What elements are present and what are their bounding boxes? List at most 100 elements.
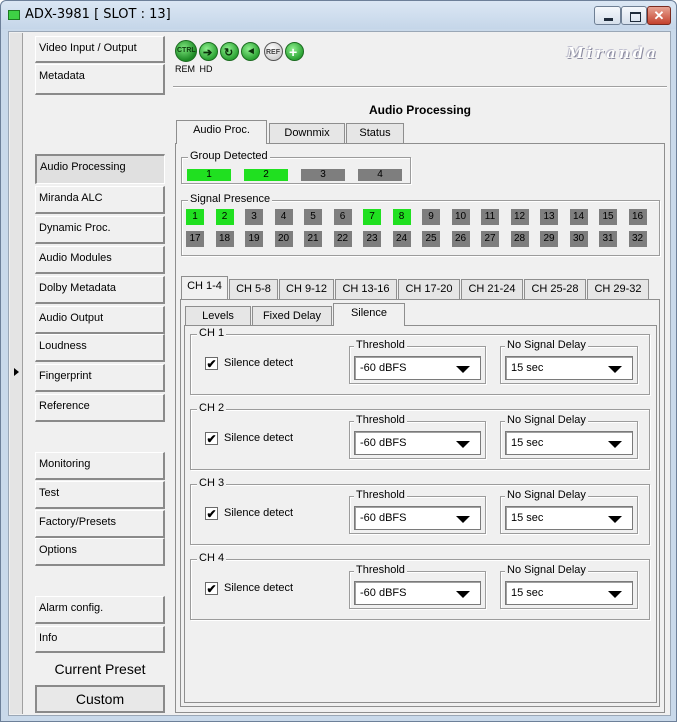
tab-ch-29-32[interactable]: CH 29-32	[587, 279, 649, 299]
sidebar-item-metadata[interactable]: Metadata	[35, 64, 165, 95]
signal-indicator-29: 29	[540, 231, 558, 247]
signal-indicator-26: 26	[451, 231, 470, 247]
signal-indicator-1: 1	[186, 209, 204, 225]
window-title: ADX-3981 [ SLOT : 13]	[25, 7, 171, 22]
chevron-down-icon	[608, 441, 622, 448]
sidebar-item-alarm-config[interactable]: Alarm config.	[35, 596, 165, 624]
sidebar-item-audio-output[interactable]: Audio Output	[35, 306, 165, 334]
signal-indicator-14: 14	[569, 209, 588, 225]
tab-ch-9-12[interactable]: CH 9-12	[279, 279, 334, 299]
delay-value: 15 sec	[511, 512, 544, 524]
tab-ch-21-24[interactable]: CH 21-24	[461, 279, 523, 299]
ref-icon[interactable]: REF	[264, 42, 283, 61]
sidebar-item-video-input-output[interactable]: Video Input / Output	[35, 36, 165, 63]
tab-fixed-delay[interactable]: Fixed Delay	[252, 306, 332, 326]
no-signal-delay-group: No Signal Delay 15 sec	[500, 489, 638, 534]
sidebar-item-factory-presets[interactable]: Factory/Presets	[35, 510, 165, 538]
threshold-value: -60 dBFS	[360, 587, 407, 599]
sidebar-item-test[interactable]: Test	[35, 481, 165, 509]
silence-detect-checkbox[interactable]: ✔	[205, 432, 218, 445]
app-icon	[8, 10, 20, 20]
client-area: Video Input / Output Metadata Audio Proc…	[8, 31, 671, 716]
delay-value: 15 sec	[511, 362, 544, 374]
sidebar-item-fingerprint[interactable]: Fingerprint	[35, 364, 165, 392]
group-3-indicator: 3	[301, 169, 345, 181]
sidebar-item-info[interactable]: Info	[35, 626, 165, 653]
sidebar-item-miranda-alc[interactable]: Miranda ALC	[35, 186, 165, 214]
silence-detect-checkbox[interactable]: ✔	[205, 357, 218, 370]
channel-group-1: CH 1 ✔ Silence detect Threshold -60 dBFS No S…	[190, 327, 650, 395]
channel-panel: Levels Fixed Delay Silence CH 1 ✔ Silence …	[180, 299, 660, 707]
no-signal-delay-group: No Signal Delay 15 sec	[500, 414, 638, 459]
silence-detect-checkbox[interactable]: ✔	[205, 582, 218, 595]
tab-audio-proc[interactable]: Audio Proc.	[176, 120, 267, 144]
signal-presence-box: Signal Presence 1 2 3 4 5 6 7 8 9 10 11 12 13 14 15 16 1…	[181, 193, 660, 256]
tab-downmix[interactable]: Downmix	[269, 123, 345, 144]
channel-group-2: CH 2 ✔ Silence detect Threshold -60 dBFS No S…	[190, 402, 650, 470]
threshold-select[interactable]: -60 dBFS	[354, 431, 481, 455]
sidebar-item-loudness[interactable]: Loudness	[35, 334, 165, 362]
threshold-label: Threshold	[354, 339, 407, 351]
close-button[interactable]: ✕	[647, 6, 671, 25]
channel-group-4: CH 4 ✔ Silence detect Threshold -60 dBFS No S…	[190, 552, 650, 620]
signal-indicator-2: 2	[215, 209, 234, 225]
no-signal-delay-label: No Signal Delay	[505, 339, 588, 351]
app-window: ADX-3981 [ SLOT : 13] ✕ Video Input / Ou…	[0, 0, 677, 722]
maximize-button[interactable]	[621, 6, 647, 25]
signal-indicator-30: 30	[569, 231, 588, 247]
sidebar-item-dolby-metadata[interactable]: Dolby Metadata	[35, 276, 165, 304]
sidebar: Video Input / Output Metadata Audio Proc…	[33, 33, 169, 714]
header-divider	[173, 86, 667, 88]
signal-indicator-4: 4	[274, 209, 293, 225]
rem-hd-labels: REM HD	[175, 64, 213, 74]
tab-ch-5-8[interactable]: CH 5-8	[229, 279, 278, 299]
minimize-button[interactable]	[594, 6, 621, 25]
tab-ch-1-4[interactable]: CH 1-4	[181, 276, 228, 299]
signal-indicator-3: 3	[245, 209, 263, 225]
expand-strip[interactable]	[10, 33, 23, 714]
signal-indicator-11: 11	[481, 209, 499, 225]
tab-ch-13-16[interactable]: CH 13-16	[335, 279, 397, 299]
sidebar-item-audio-processing[interactable]: Audio Processing	[35, 154, 165, 184]
sidebar-item-dynamic-proc[interactable]: Dynamic Proc.	[35, 216, 165, 244]
no-signal-delay-select[interactable]: 15 sec	[505, 356, 633, 380]
signal-indicator-17: 17	[186, 231, 204, 247]
threshold-group: Threshold -60 dBFS	[349, 339, 486, 384]
tab-silence[interactable]: Silence	[333, 303, 405, 326]
signal-indicator-32: 32	[628, 231, 647, 247]
no-signal-delay-select[interactable]: 15 sec	[505, 506, 633, 530]
group-4-indicator: 4	[358, 169, 402, 181]
loop-icon[interactable]: ↻	[220, 42, 239, 61]
no-signal-delay-select[interactable]: 15 sec	[505, 431, 633, 455]
sidebar-item-audio-modules[interactable]: Audio Modules	[35, 246, 165, 274]
threshold-select[interactable]: -60 dBFS	[354, 506, 481, 530]
channel-group-3: CH 3 ✔ Silence detect Threshold -60 dBFS No S…	[190, 477, 650, 545]
ctrl-icon[interactable]: CTRL	[175, 40, 197, 62]
sidebar-item-options[interactable]: Options	[35, 538, 165, 566]
sidebar-item-reference[interactable]: Reference	[35, 394, 165, 422]
threshold-group: Threshold -60 dBFS	[349, 564, 486, 609]
signal-indicator-16: 16	[628, 209, 647, 225]
chevron-down-icon	[608, 591, 622, 598]
channel-label: CH 3	[197, 477, 227, 489]
add-icon[interactable]: +	[285, 42, 304, 61]
silence-detect-checkbox[interactable]: ✔	[205, 507, 218, 520]
sidebar-item-monitoring[interactable]: Monitoring	[35, 452, 165, 480]
threshold-select[interactable]: -60 dBFS	[354, 581, 481, 605]
no-signal-delay-select[interactable]: 15 sec	[505, 581, 633, 605]
tab-ch-25-28[interactable]: CH 25-28	[524, 279, 586, 299]
tab-ch-17-20[interactable]: CH 17-20	[398, 279, 460, 299]
chevron-down-icon	[608, 366, 622, 373]
tab-levels[interactable]: Levels	[185, 306, 251, 326]
tab-status[interactable]: Status	[346, 123, 404, 144]
threshold-select[interactable]: -60 dBFS	[354, 356, 481, 380]
speaker-icon[interactable]: ◄	[241, 42, 260, 61]
delay-value: 15 sec	[511, 587, 544, 599]
signal-indicator-21: 21	[304, 231, 322, 247]
signal-presence-label: Signal Presence	[188, 193, 273, 205]
chevron-down-icon	[456, 591, 470, 598]
title-bar[interactable]: ADX-3981 [ SLOT : 13] ✕	[1, 1, 676, 29]
arrow-right-icon[interactable]: ➔	[199, 42, 218, 61]
current-preset-value[interactable]: Custom	[35, 685, 165, 713]
silence-detect-label: Silence detect	[224, 432, 294, 444]
